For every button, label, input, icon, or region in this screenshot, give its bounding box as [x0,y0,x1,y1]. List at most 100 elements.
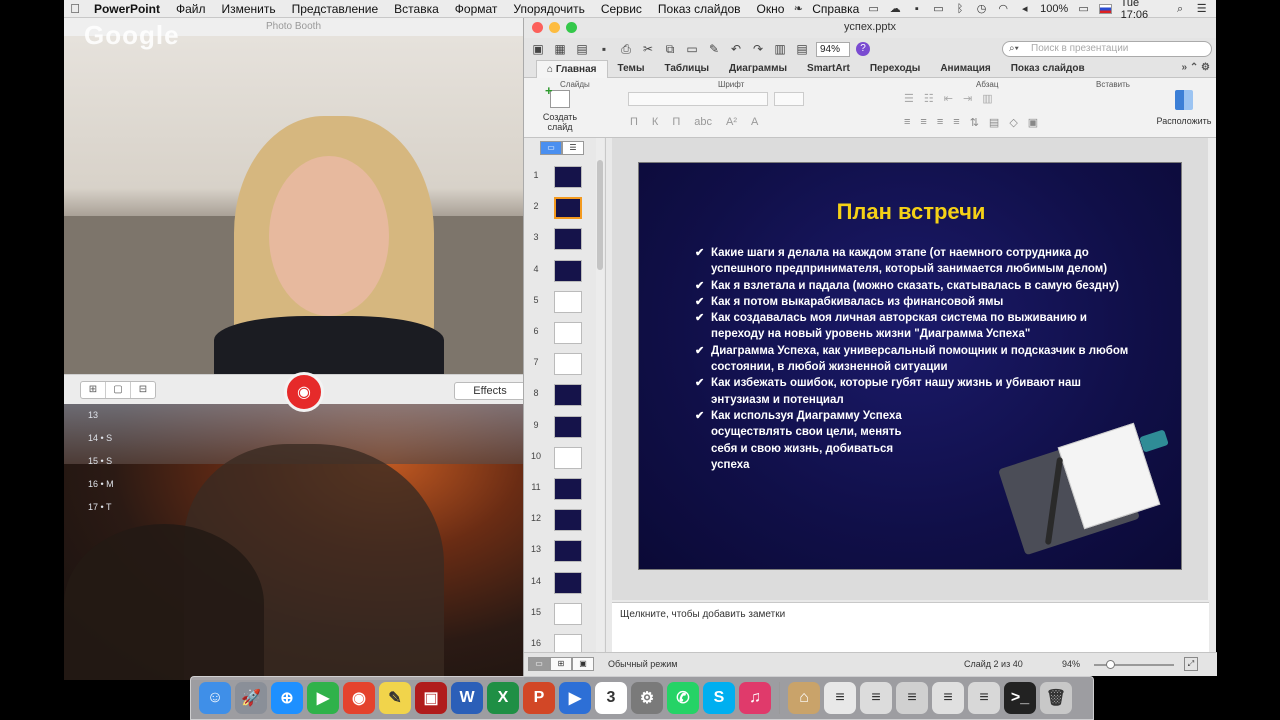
menu-file[interactable]: Файл [168,2,214,16]
slide-thumbnail[interactable]: 12 [524,509,596,537]
save-icon[interactable]: ▪ [596,42,612,56]
display-icon[interactable]: ▭ [932,3,945,15]
bullets-icon[interactable]: ☰ [904,92,914,105]
align-left-icon[interactable]: ≡ [904,116,910,129]
effects-button[interactable]: Effects [454,382,526,400]
paste-icon[interactable]: ▭ [684,42,700,56]
spotlight-icon[interactable]: ⌕ [1174,3,1187,15]
notes-pane[interactable]: Щелкните, чтобы добавить заметки [612,602,1209,652]
slide-thumbnail[interactable]: 11 [524,478,596,506]
normal-view-icon[interactable]: ▭ [528,657,550,671]
menu-arrange[interactable]: Упорядочить [505,2,592,16]
camera-icon[interactable]: ▪ [911,3,924,15]
trash-icon[interactable]: 🗑 [1040,682,1072,714]
menu-view[interactable]: Представление [284,2,387,16]
new-slide-button[interactable]: Создать слайд [530,83,590,132]
itunes-icon[interactable]: ♫ [739,682,771,714]
slide-thumbnail[interactable]: 16 [524,634,596,652]
close-window-button[interactable] [532,22,543,33]
align-center-icon[interactable]: ≡ [920,116,926,129]
font-name-select[interactable] [628,92,768,106]
font-size-select[interactable] [774,92,804,106]
slide-thumbnail[interactable]: 5 [524,290,596,319]
battery-percent[interactable]: 100% [1040,3,1068,15]
strikethrough-icon[interactable]: abc [694,116,712,128]
stickies-icon[interactable]: ✎ [379,682,411,714]
safari-icon[interactable]: ⊕ [271,682,303,714]
facetime-icon[interactable]: ▶ [307,682,339,714]
menu-slideshow[interactable]: Показ слайдов [650,2,749,16]
align-right-icon[interactable]: ≡ [937,116,943,129]
copy-icon[interactable]: ⧉ [662,42,678,56]
battery-icon[interactable]: ▭ [1077,3,1090,15]
print-icon[interactable]: ⎙ [618,42,634,56]
zoom-slider[interactable] [1094,660,1174,669]
shapes-icon[interactable]: ◇ [1009,116,1017,129]
tab-tables[interactable]: Таблицы [654,60,719,78]
superscript-icon[interactable]: A² [726,116,737,128]
scrollbar-knob[interactable] [597,160,603,270]
wifi-icon[interactable]: ◠ [997,3,1010,15]
text-direction-icon[interactable]: ⇅ [970,116,979,129]
media-icon[interactable]: ▤ [794,42,810,56]
slide-thumbnail[interactable]: 1 [524,166,596,194]
menu-powerpoint[interactable]: PowerPoint [86,2,168,16]
ribbon-controls-icon[interactable]: » ⌃ ⚙ [1182,62,1210,73]
slide-thumbnail[interactable]: 4 [524,259,596,288]
slide-thumbnail[interactable]: 7 [524,353,596,381]
evernote-icon[interactable]: ❧ [792,3,804,15]
excel-icon[interactable]: X [487,682,519,714]
help-icon[interactable]: ? [856,42,870,56]
document-icon[interactable]: ≡ [860,682,892,714]
tab-slideshow[interactable]: Показ слайдов [1001,60,1095,78]
menu-edit[interactable]: Изменить [213,2,283,16]
format-painter-icon[interactable]: ✎ [706,42,722,56]
slide-sorter-icon[interactable]: ⊞ [550,657,572,671]
terminal-icon[interactable]: >_ [1004,682,1036,714]
search-input[interactable]: ⌕▾ Поиск в презентации [1002,41,1212,57]
zoom-window-button[interactable] [566,22,577,33]
slide-thumbnail[interactable]: 8 [524,384,596,412]
zoom-select[interactable]: 94% [816,41,850,57]
tab-animations[interactable]: Анимация [930,60,1000,78]
screen-icon[interactable]: ▭ [867,3,880,15]
undo-icon[interactable]: ↶ [728,42,744,56]
document-icon[interactable]: ≡ [932,682,964,714]
document-icon[interactable]: ≡ [896,682,928,714]
slideshow-view-icon[interactable]: ▣ [572,657,594,671]
slide-thumbnail[interactable]: 15 [524,602,596,631]
picture-icon[interactable]: ▣ [1028,116,1038,129]
powerpoint-titlebar[interactable]: успех.pptx [524,18,1216,38]
italic-icon[interactable]: К [652,116,658,128]
take-photo-button[interactable]: ◉ [284,372,324,412]
time-machine-icon[interactable]: ◷ [975,3,988,15]
menu-format[interactable]: Формат [447,2,506,16]
skype-icon[interactable]: S [703,682,735,714]
align-text-icon[interactable]: ▤ [989,116,999,129]
slide-thumbnail[interactable]: 3 [524,228,596,256]
strip-layout-icon[interactable]: ⊟ [131,382,155,398]
powerpoint-icon[interactable]: P [523,682,555,714]
home-folder-icon[interactable]: ⌂ [788,682,820,714]
increase-indent-icon[interactable]: ⇥ [963,92,972,105]
launchpad-icon[interactable]: 🚀 [235,682,267,714]
menu-insert[interactable]: Вставка [386,2,447,16]
tab-charts[interactable]: Диаграммы [719,60,797,78]
notebook-illustration[interactable] [998,413,1169,556]
whatsapp-icon[interactable]: ✆ [667,682,699,714]
finder-icon[interactable]: ☺ [199,682,231,714]
bold-icon[interactable]: П [630,116,638,128]
font-color-icon[interactable]: A [751,116,758,128]
decrease-indent-icon[interactable]: ⇤ [944,92,953,105]
slide-thumbnail[interactable]: 14 [524,571,596,600]
notification-center-icon[interactable]: ☰ [1195,3,1208,15]
minimize-window-button[interactable] [549,22,560,33]
tab-home[interactable]: ⌂ Главная [536,59,608,78]
menu-window[interactable]: Окно [749,2,793,16]
cut-icon[interactable]: ✂ [640,42,656,56]
cloud-icon[interactable]: ☁ [889,3,902,15]
columns-icon[interactable]: ▥ [982,92,992,105]
justify-icon[interactable]: ≡ [953,116,959,129]
chrome-icon[interactable]: ◉ [343,682,375,714]
system-preferences-icon[interactable]: ⚙ [631,682,663,714]
